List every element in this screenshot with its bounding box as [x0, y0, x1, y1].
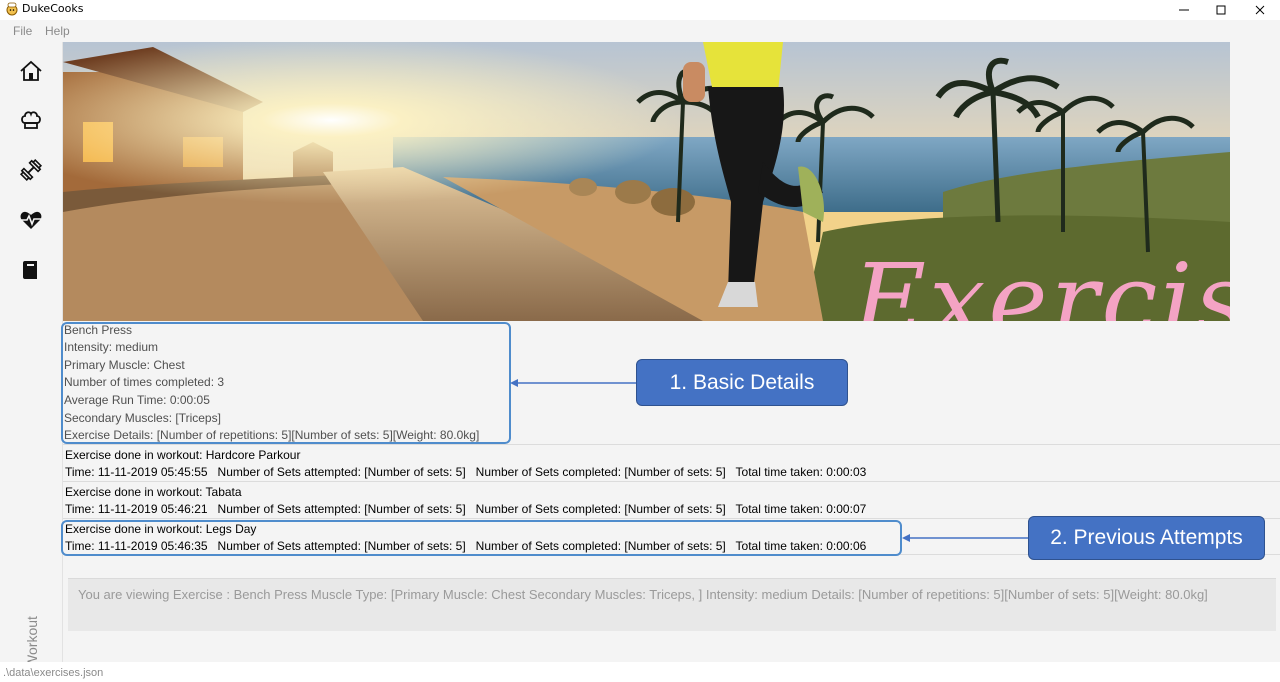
- status-bar: .\data\exercises.json: [0, 662, 1280, 682]
- list-item[interactable]: Exercise done in workout: Tabata Time: 1…: [63, 481, 1280, 518]
- banner-title: Exercise: [853, 242, 1230, 321]
- callout-basic-details: 1. Basic Details: [636, 359, 848, 406]
- title-bar[interactable]: DukeCooks: [0, 0, 1280, 20]
- result-display[interactable]: You are viewing Exercise : Bench Press M…: [68, 578, 1276, 631]
- sidebar-item-diary[interactable]: [15, 254, 47, 286]
- attempt-summary: Time: 11-11-2019 05:46:21 Number of Sets…: [65, 502, 867, 516]
- dumbbell-icon: [19, 158, 43, 182]
- sidebar-item-recipes[interactable]: [15, 104, 47, 136]
- menu-help[interactable]: Help: [45, 24, 70, 38]
- sidebar-item-health[interactable]: [15, 204, 47, 236]
- minimize-icon: [1179, 9, 1189, 11]
- app-window: DukeCooks File Help Workout Exerci Bench…: [0, 0, 1280, 682]
- current-page-label: Workout: [24, 616, 40, 668]
- home-icon: [20, 60, 42, 81]
- heartbeat-icon: [20, 211, 42, 229]
- sidebar-item-workout[interactable]: [15, 154, 47, 186]
- attempt-workout: Exercise done in workout: Hardcore Parko…: [65, 448, 301, 462]
- menu-bar: File Help: [0, 20, 1280, 42]
- menu-file[interactable]: File: [13, 24, 32, 38]
- close-button[interactable]: [1240, 0, 1280, 20]
- app-logo-icon: [6, 2, 18, 16]
- attempt-workout: Exercise done in workout: Tabata: [65, 485, 242, 499]
- callout-previous-attempts: 2. Previous Attempts: [1028, 516, 1265, 560]
- maximize-icon: [1216, 5, 1226, 15]
- minimize-button[interactable]: [1164, 0, 1204, 20]
- chef-hat-icon: [21, 111, 41, 129]
- data-file-path: .\data\exercises.json: [3, 667, 104, 679]
- basic-details-highlight: [61, 322, 511, 444]
- close-icon: [1255, 5, 1265, 15]
- book-icon: [23, 261, 37, 279]
- maximize-button[interactable]: [1201, 0, 1241, 20]
- attempt-summary: Time: 11-11-2019 05:45:55 Number of Sets…: [65, 465, 867, 479]
- sidebar-item-home[interactable]: [15, 55, 47, 87]
- result-text: You are viewing Exercise : Bench Press M…: [78, 587, 1208, 602]
- sidebar: Workout: [0, 42, 63, 668]
- window-title: DukeCooks: [22, 2, 84, 15]
- previous-attempt-highlight: [61, 520, 902, 556]
- list-item[interactable]: Exercise done in workout: Hardcore Parko…: [63, 444, 1280, 481]
- exercise-banner: Exercise: [63, 42, 1230, 321]
